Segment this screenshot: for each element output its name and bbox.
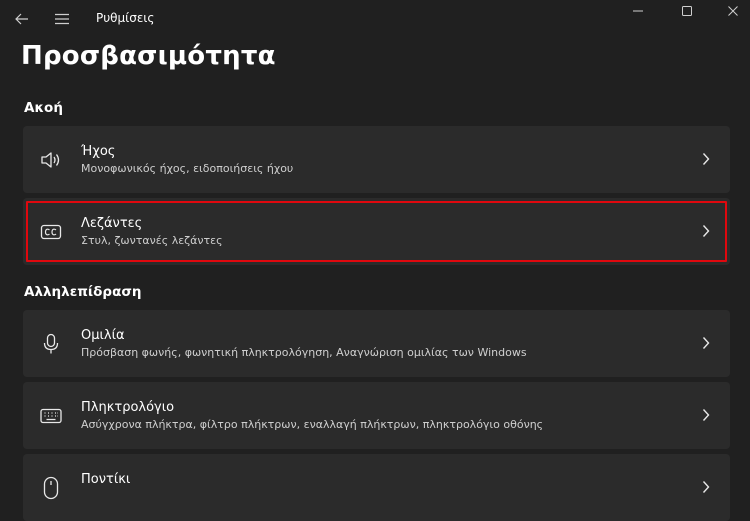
- maximize-icon: [682, 6, 692, 16]
- chevron-right-icon: [702, 481, 710, 493]
- settings-item-mouse[interactable]: Ποντίκι: [23, 454, 730, 521]
- settings-item-speech[interactable]: Ομιλία Πρόσβαση φωνής, φωνητική πληκτρολ…: [23, 310, 730, 377]
- close-icon: [728, 6, 738, 16]
- settings-item-title: Λεζάντες: [81, 216, 143, 231]
- chevron-right-icon: [702, 153, 710, 165]
- chevron-right-icon: [702, 409, 710, 421]
- minimize-icon: [633, 10, 643, 12]
- chevron-right-icon: [702, 225, 710, 237]
- settings-item-subtitle: Στυλ, ζωντανές λεζάντες: [81, 234, 223, 247]
- settings-item-subtitle: Ασύγχρονα πλήκτρα, φίλτρο πλήκτρων, εναλ…: [81, 418, 544, 431]
- settings-item-title: Πληκτρολόγιο: [81, 400, 175, 415]
- chevron-right-icon: [702, 337, 710, 349]
- microphone-icon: [39, 332, 63, 356]
- settings-item-captions[interactable]: Λεζάντες Στυλ, ζωντανές λεζάντες: [23, 198, 730, 265]
- settings-item-sound[interactable]: Ήχος Μονοφωνικός ήχος, ειδοποιήσεις ήχου: [23, 126, 730, 193]
- close-button[interactable]: [721, 0, 745, 22]
- app-title: Ρυθμίσεις: [96, 11, 155, 25]
- settings-item-keyboard[interactable]: Πληκτρολόγιο Ασύγχρονα πλήκτρα, φίλτρο π…: [23, 382, 730, 449]
- back-arrow-icon: [15, 13, 28, 25]
- settings-item-subtitle: Πρόσβαση φωνής, φωνητική πληκτρολόγηση, …: [81, 346, 527, 359]
- maximize-button[interactable]: [675, 0, 699, 22]
- hamburger-icon: [55, 13, 69, 25]
- settings-item-subtitle: Μονοφωνικός ήχος, ειδοποιήσεις ήχου: [81, 162, 294, 175]
- settings-item-title: Ομιλία: [81, 328, 125, 343]
- minimize-button[interactable]: [626, 0, 650, 22]
- section-title-interaction: Αλληλεπίδραση: [24, 284, 142, 300]
- section-title-hearing: Ακοή: [24, 100, 63, 116]
- navigation-menu-button[interactable]: [48, 6, 76, 32]
- page-title: Προσβασιμότητα: [21, 41, 276, 71]
- speaker-icon: [39, 148, 63, 172]
- captions-icon: [39, 220, 63, 244]
- title-bar: Ρυθμίσεις: [0, 0, 750, 38]
- mouse-icon: [39, 476, 63, 500]
- settings-item-title: Ήχος: [81, 144, 116, 159]
- back-button[interactable]: [8, 6, 36, 32]
- keyboard-icon: [39, 404, 63, 428]
- settings-item-title: Ποντίκι: [81, 472, 131, 487]
